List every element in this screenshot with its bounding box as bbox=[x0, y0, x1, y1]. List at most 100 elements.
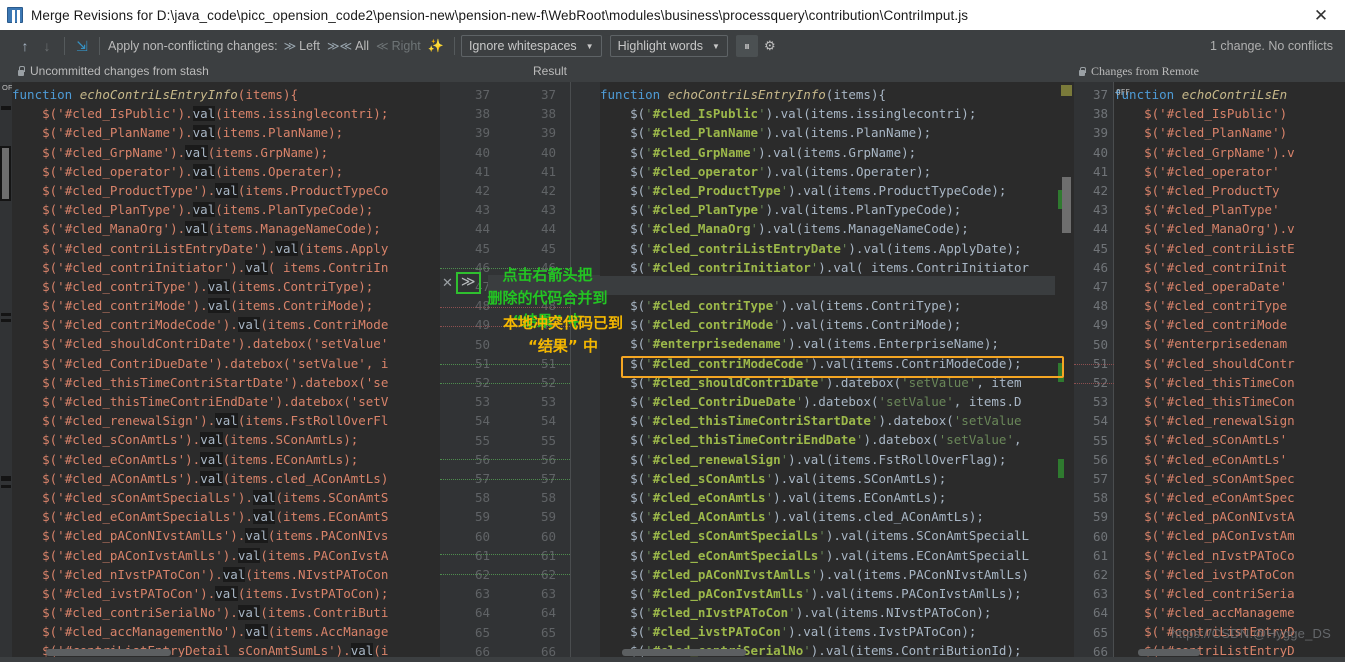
apply-right-label: Right bbox=[392, 39, 421, 53]
line-number: 63 bbox=[522, 584, 556, 603]
change-marker-1 bbox=[1, 106, 11, 110]
code-line: function echoContriLsEntryInfo(items){ bbox=[600, 85, 1029, 104]
lock-icon-right bbox=[1077, 66, 1086, 77]
line-number-right: 57 bbox=[1078, 469, 1108, 488]
code-line: $('#cled_contriType').val(items.ContriTy… bbox=[12, 277, 388, 296]
close-icon[interactable]: ✕ bbox=[1307, 0, 1335, 30]
pane-left-local[interactable]: function echoContriLsEntryInfo(items){ $… bbox=[12, 82, 440, 657]
code-line: $('#cled_PlanName').val(items.PlanName); bbox=[600, 123, 1029, 142]
code-line: $('#cled_contriMode').val(items.ContriMo… bbox=[12, 296, 388, 315]
line-number-right: 59 bbox=[1078, 507, 1108, 526]
left-change-strip[interactable]: OFF bbox=[0, 82, 12, 657]
next-difference-icon[interactable]: ↓ bbox=[36, 34, 58, 58]
line-number: 54 bbox=[522, 411, 556, 430]
pane-right-remote[interactable]: function echoContriLsEn $('#cled_IsPubli… bbox=[1114, 82, 1345, 657]
caption-left: Uncommitted changes from stash bbox=[16, 64, 209, 78]
code-line: $('#cled_IsPublic') bbox=[1114, 104, 1295, 123]
code-line: $('#cled_shouldContriDate').datebox('set… bbox=[600, 373, 1029, 392]
result-vertical-scrollbar-thumb[interactable] bbox=[1062, 177, 1071, 233]
change-marker-4 bbox=[1, 476, 11, 481]
inspections-off-badge-right: OFF bbox=[1116, 83, 1345, 102]
magic-resolve-icon[interactable]: ✨ bbox=[428, 38, 444, 54]
right-gutter: 3738394041424344454647484950515253545556… bbox=[1074, 82, 1114, 657]
code-line: $('#enterprisedenam bbox=[1114, 334, 1295, 353]
ignore-whitespaces-dropdown[interactable]: Ignore whitespaces ▼ bbox=[461, 35, 602, 57]
code-line: $('#cled_thisTimeContriEndDate').datebox… bbox=[12, 392, 388, 411]
collapse-unchanged-icon[interactable]: ⏸ bbox=[736, 35, 758, 57]
line-number: 60 bbox=[456, 527, 490, 546]
code-line: $('#cled_contriInitiator').val( items.Co… bbox=[12, 258, 388, 277]
code-line: $('#cled_IsPublic').val(items.issingleco… bbox=[600, 104, 1029, 123]
line-number-right: 42 bbox=[1078, 181, 1108, 200]
merge-reject-icon[interactable]: ✕ bbox=[440, 276, 455, 291]
center-gutter[interactable]: 3738394041424344454647484950515253545556… bbox=[440, 82, 600, 657]
pane-result[interactable]: function echoContriLsEntryInfo(items){ $… bbox=[600, 82, 1074, 657]
code-line: $('#cled_contriModeCode').val(items.Cont… bbox=[12, 315, 388, 334]
change-connector-4 bbox=[440, 364, 570, 365]
code-line: $('#cled_PlanType' bbox=[1114, 200, 1295, 219]
line-number-right: 41 bbox=[1078, 162, 1108, 181]
gear-icon[interactable]: ⚙ bbox=[764, 38, 776, 54]
line-number-right: 49 bbox=[1078, 315, 1108, 334]
code-line: $('#cled_operator').val(items.Operater); bbox=[12, 162, 388, 181]
right-connector-2 bbox=[1074, 383, 1114, 384]
line-number-right: 55 bbox=[1078, 431, 1108, 450]
right-connector-1 bbox=[1074, 364, 1114, 365]
code-line: $('#cled_eConAmtSpec bbox=[1114, 488, 1295, 507]
line-number-right: 38 bbox=[1078, 104, 1108, 123]
caption-right-label: Changes from Remote bbox=[1091, 64, 1199, 79]
code-line: $('#cled_pAConNIvstAmlLs').val(items.PAC… bbox=[12, 526, 388, 545]
result-horizontal-scrollbar[interactable] bbox=[622, 649, 746, 656]
apply-all-label: All bbox=[355, 39, 369, 53]
change-marker-3 bbox=[1, 319, 11, 322]
annotation-yellow: 本地冲突代码已到 “结果” 中 bbox=[458, 312, 668, 358]
code-line: $('#cled_renewalSign bbox=[1114, 411, 1295, 430]
change-connector-6 bbox=[440, 459, 570, 460]
caption-middle-label: Result bbox=[533, 64, 567, 78]
code-line: $('#cled_contriListEntryDate').val(items… bbox=[12, 239, 388, 258]
vertical-scrollbar-thumb[interactable] bbox=[0, 146, 11, 201]
code-line: $('#cled_operator').val(items.Operater); bbox=[600, 162, 1029, 181]
code-line: function echoContriLsEntryInfo(items){ bbox=[12, 85, 388, 104]
code-line: $('#cled_eConAmtLs').val(items.EConAmtLs… bbox=[600, 488, 1029, 507]
window-title: Merge Revisions for D:\java_code\picc_op… bbox=[31, 8, 968, 23]
line-number: 65 bbox=[522, 623, 556, 642]
code-line: $('#cled_eConAmtLs' bbox=[1114, 450, 1295, 469]
line-number: 39 bbox=[522, 123, 556, 142]
line-number-right: 43 bbox=[1078, 200, 1108, 219]
line-number: 58 bbox=[456, 488, 490, 507]
code-line: $('#cled_contriSeria bbox=[1114, 584, 1295, 603]
apply-right-button[interactable]: ≪ Right bbox=[376, 39, 421, 53]
line-number: 53 bbox=[456, 392, 490, 411]
code-line: $('#cled_PlanName').val(items.PlanName); bbox=[12, 123, 388, 142]
chevron-right-icon: ≫ bbox=[284, 39, 297, 53]
toolbar-divider-3 bbox=[454, 37, 455, 55]
gutter-divider bbox=[570, 82, 571, 657]
line-number: 39 bbox=[456, 123, 490, 142]
apply-left-button[interactable]: ≫ Left bbox=[284, 39, 320, 53]
code-line: $('#cled_AConAmtLs').val(items.cled_ACon… bbox=[600, 507, 1029, 526]
line-number: 61 bbox=[456, 546, 490, 565]
line-number: 45 bbox=[456, 239, 490, 258]
apply-all-icon[interactable]: ⇲ bbox=[71, 34, 93, 58]
code-line: $('#cled_renewalSign').val(items.FstRoll… bbox=[12, 411, 388, 430]
line-number: 60 bbox=[522, 527, 556, 546]
line-number: 59 bbox=[522, 507, 556, 526]
result-code-lines: function echoContriLsEntryInfo(items){ $… bbox=[600, 85, 1029, 657]
highlight-words-dropdown[interactable]: Highlight words ▼ bbox=[610, 35, 728, 57]
merge-arrow-controls[interactable]: ✕ ≫ bbox=[440, 272, 481, 294]
line-number-right: 45 bbox=[1078, 239, 1108, 258]
apply-all-button[interactable]: ≫≪ All bbox=[327, 39, 369, 53]
code-line: $('#cled_sConAmtSpecialLs').val(items.SC… bbox=[12, 488, 388, 507]
merge-accept-right-icon[interactable]: ≫ bbox=[456, 272, 481, 294]
line-number: 44 bbox=[456, 219, 490, 238]
line-number: 40 bbox=[522, 143, 556, 162]
left-horizontal-scrollbar[interactable] bbox=[46, 649, 171, 656]
right-horizontal-scrollbar[interactable] bbox=[1138, 649, 1200, 656]
chevron-left-icon: ≪ bbox=[376, 39, 389, 53]
code-line: $('#cled_eConAmtSpecialLs').val(items.EC… bbox=[600, 546, 1029, 565]
code-line: $('#cled_nIvstPAToCon').val(items.NIvstP… bbox=[12, 565, 388, 584]
code-line: $('#cled_ProductTy bbox=[1114, 181, 1295, 200]
apply-left-label: Left bbox=[299, 39, 320, 53]
previous-difference-icon[interactable]: ↑ bbox=[14, 34, 36, 58]
